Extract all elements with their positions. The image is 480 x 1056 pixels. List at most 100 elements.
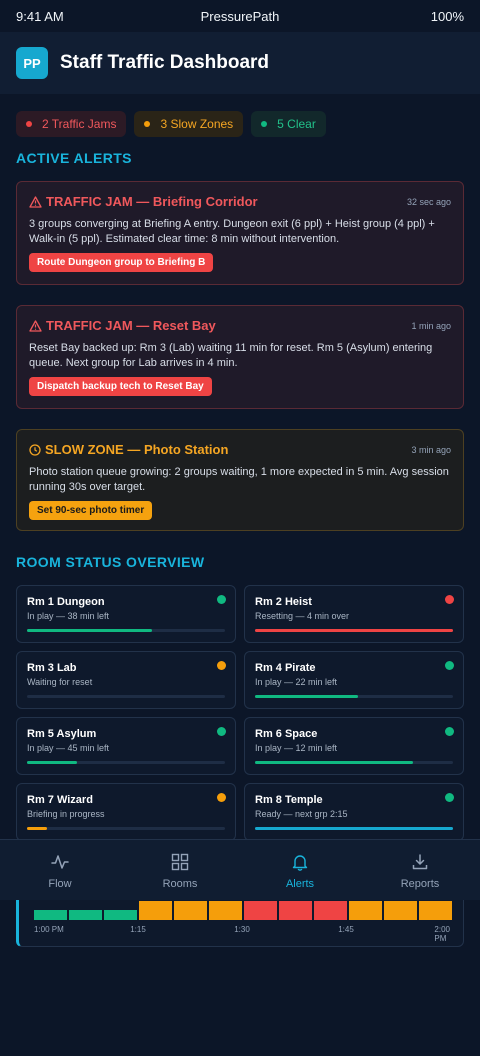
room-name: Rm 6 Space [255, 728, 318, 740]
room-progress-fill [255, 827, 453, 830]
bell-icon [292, 855, 308, 871]
tab-label: Reports [400, 878, 440, 890]
room-card[interactable]: Rm 5 Asylum In play — 45 min left [16, 717, 236, 775]
summary-pill-label: 2 Traffic Jams [42, 117, 117, 131]
timeline-tick-label: 1:30 [234, 925, 250, 934]
tab-label: Alerts [285, 878, 315, 890]
tab-alerts[interactable]: Alerts [240, 840, 360, 900]
download-icon [412, 854, 428, 870]
room-card[interactable]: Rm 2 Heist Resetting — 4 min over [244, 585, 464, 643]
summary-pill-label: 5 Clear [277, 117, 316, 131]
room-progress-bar [255, 761, 453, 764]
alert-card-photo-station: SLOW ZONE — Photo Station 3 min ago Phot… [16, 429, 464, 531]
room-card[interactable]: Rm 1 Dungeon In play — 38 min left [16, 585, 236, 643]
room-progress-fill [255, 695, 358, 698]
status-app-name: PressurePath [200, 8, 280, 24]
room-status: Briefing in progress [27, 809, 105, 819]
room-progress-bar [27, 695, 225, 698]
timeline-tick-label: 1:00 PM [34, 925, 64, 934]
summary-pill-label: 3 Slow Zones [160, 117, 234, 131]
room-card[interactable]: Rm 7 Wizard Briefing in progress [16, 783, 236, 841]
route-dungeon-button[interactable]: Route Dungeon group to Briefing B [29, 253, 214, 272]
alert-title: SLOW ZONE — Photo Station [45, 442, 229, 457]
alert-time: 1 min ago [411, 320, 451, 331]
app-header: PP Staff Traffic Dashboard [0, 32, 480, 94]
room-status: In play — 12 min left [255, 743, 338, 753]
grid-icon [171, 853, 189, 871]
status-battery: 100% [430, 8, 464, 24]
pulse-icon [51, 855, 69, 869]
timeline-tick-label: 1:45 [338, 925, 354, 934]
alert-body: Photo station queue growing: 2 groups wa… [29, 466, 449, 493]
timeline-block [244, 901, 277, 920]
alert-card-briefing-corridor: TRAFFIC JAM — Briefing Corridor 32 sec a… [16, 181, 464, 285]
summary-pill-traffic-jams[interactable]: 2 Traffic Jams [16, 111, 127, 137]
room-progress-bar [27, 827, 225, 830]
dispatch-tech-button[interactable]: Dispatch backup tech to Reset Bay [29, 377, 212, 396]
bottom-tab-bar: Flow Rooms Alerts Reports [0, 839, 480, 900]
timeline-block [209, 901, 242, 920]
red-dot-icon [26, 121, 32, 127]
status-dot-icon [445, 661, 454, 670]
tab-label: Rooms [162, 878, 198, 890]
room-status: Waiting for reset [27, 677, 93, 687]
timeline-block [139, 901, 172, 920]
warning-triangle-icon [29, 195, 42, 208]
summary-pill-clear[interactable]: 5 Clear [251, 111, 326, 137]
room-progress-fill [255, 761, 414, 764]
tab-rooms[interactable]: Rooms [120, 840, 240, 900]
room-card[interactable]: Rm 8 Temple Ready — next grp 2:15 [244, 783, 464, 841]
alert-title: TRAFFIC JAM — Briefing Corridor [46, 194, 258, 209]
timeline-blocks [34, 901, 452, 920]
room-progress-bar [27, 761, 225, 764]
alert-title: TRAFFIC JAM — Reset Bay [46, 318, 216, 333]
room-progress-bar [27, 629, 225, 632]
timeline-block [174, 901, 207, 920]
room-progress-fill [27, 761, 77, 764]
room-status-heading: ROOM STATUS OVERVIEW [16, 554, 205, 570]
room-card[interactable]: Rm 3 Lab Waiting for reset [16, 651, 236, 709]
status-dot-icon [445, 727, 454, 736]
tab-reports[interactable]: Reports [360, 840, 480, 900]
tab-flow[interactable]: Flow [0, 840, 120, 900]
room-name: Rm 5 Asylum [27, 728, 97, 740]
active-alerts-heading: ACTIVE ALERTS [16, 150, 132, 166]
timeline-tick-label: 2:00 PM [434, 925, 450, 943]
status-dot-icon [217, 661, 226, 670]
timeline-tick-label: 1:15 [130, 925, 146, 934]
timeline-ticks: 1:00 PM 1:15 1:30 1:45 2:00 PM [34, 925, 450, 943]
status-dot-icon [217, 595, 226, 604]
tab-label: Flow [48, 878, 72, 890]
timeline-block [349, 901, 382, 920]
timeline-block [279, 901, 312, 920]
room-status: In play — 38 min left [27, 611, 110, 621]
room-progress-bar [255, 827, 453, 830]
room-name: Rm 3 Lab [27, 662, 77, 674]
alert-time: 32 sec ago [406, 196, 451, 207]
room-progress-fill [27, 827, 47, 830]
room-progress-bar [255, 629, 453, 632]
room-status: Ready — next grp 2:15 [255, 809, 348, 819]
photo-timer-button[interactable]: Set 90-sec photo timer [29, 501, 153, 520]
room-card[interactable]: Rm 6 Space In play — 12 min left [244, 717, 464, 775]
summary-pill-slow-zones[interactable]: 3 Slow Zones [134, 111, 244, 137]
room-status: Resetting — 4 min over [255, 611, 350, 621]
timeline-block [69, 910, 102, 920]
timeline-block [314, 901, 347, 920]
alert-body: 3 groups converging at Briefing A entry.… [29, 218, 435, 245]
green-dot-icon [261, 121, 268, 127]
summary-pills: 2 Traffic Jams 3 Slow Zones 5 Clear [16, 111, 326, 137]
room-progress-fill [255, 629, 453, 632]
room-status: In play — 22 min left [255, 677, 338, 687]
status-dot-icon [445, 793, 454, 802]
status-time: 9:41 AM [16, 8, 64, 24]
room-status: In play — 45 min left [27, 743, 110, 753]
timeline-block [419, 901, 452, 920]
room-card[interactable]: Rm 4 Pirate In play — 22 min left [244, 651, 464, 709]
status-dot-icon [217, 793, 226, 802]
room-name: Rm 8 Temple [255, 794, 323, 806]
status-dot-icon [445, 595, 454, 604]
alert-time: 3 min ago [411, 444, 451, 455]
alert-body: Reset Bay backed up: Rm 3 (Lab) waiting … [29, 342, 433, 369]
room-progress-fill [27, 629, 152, 632]
